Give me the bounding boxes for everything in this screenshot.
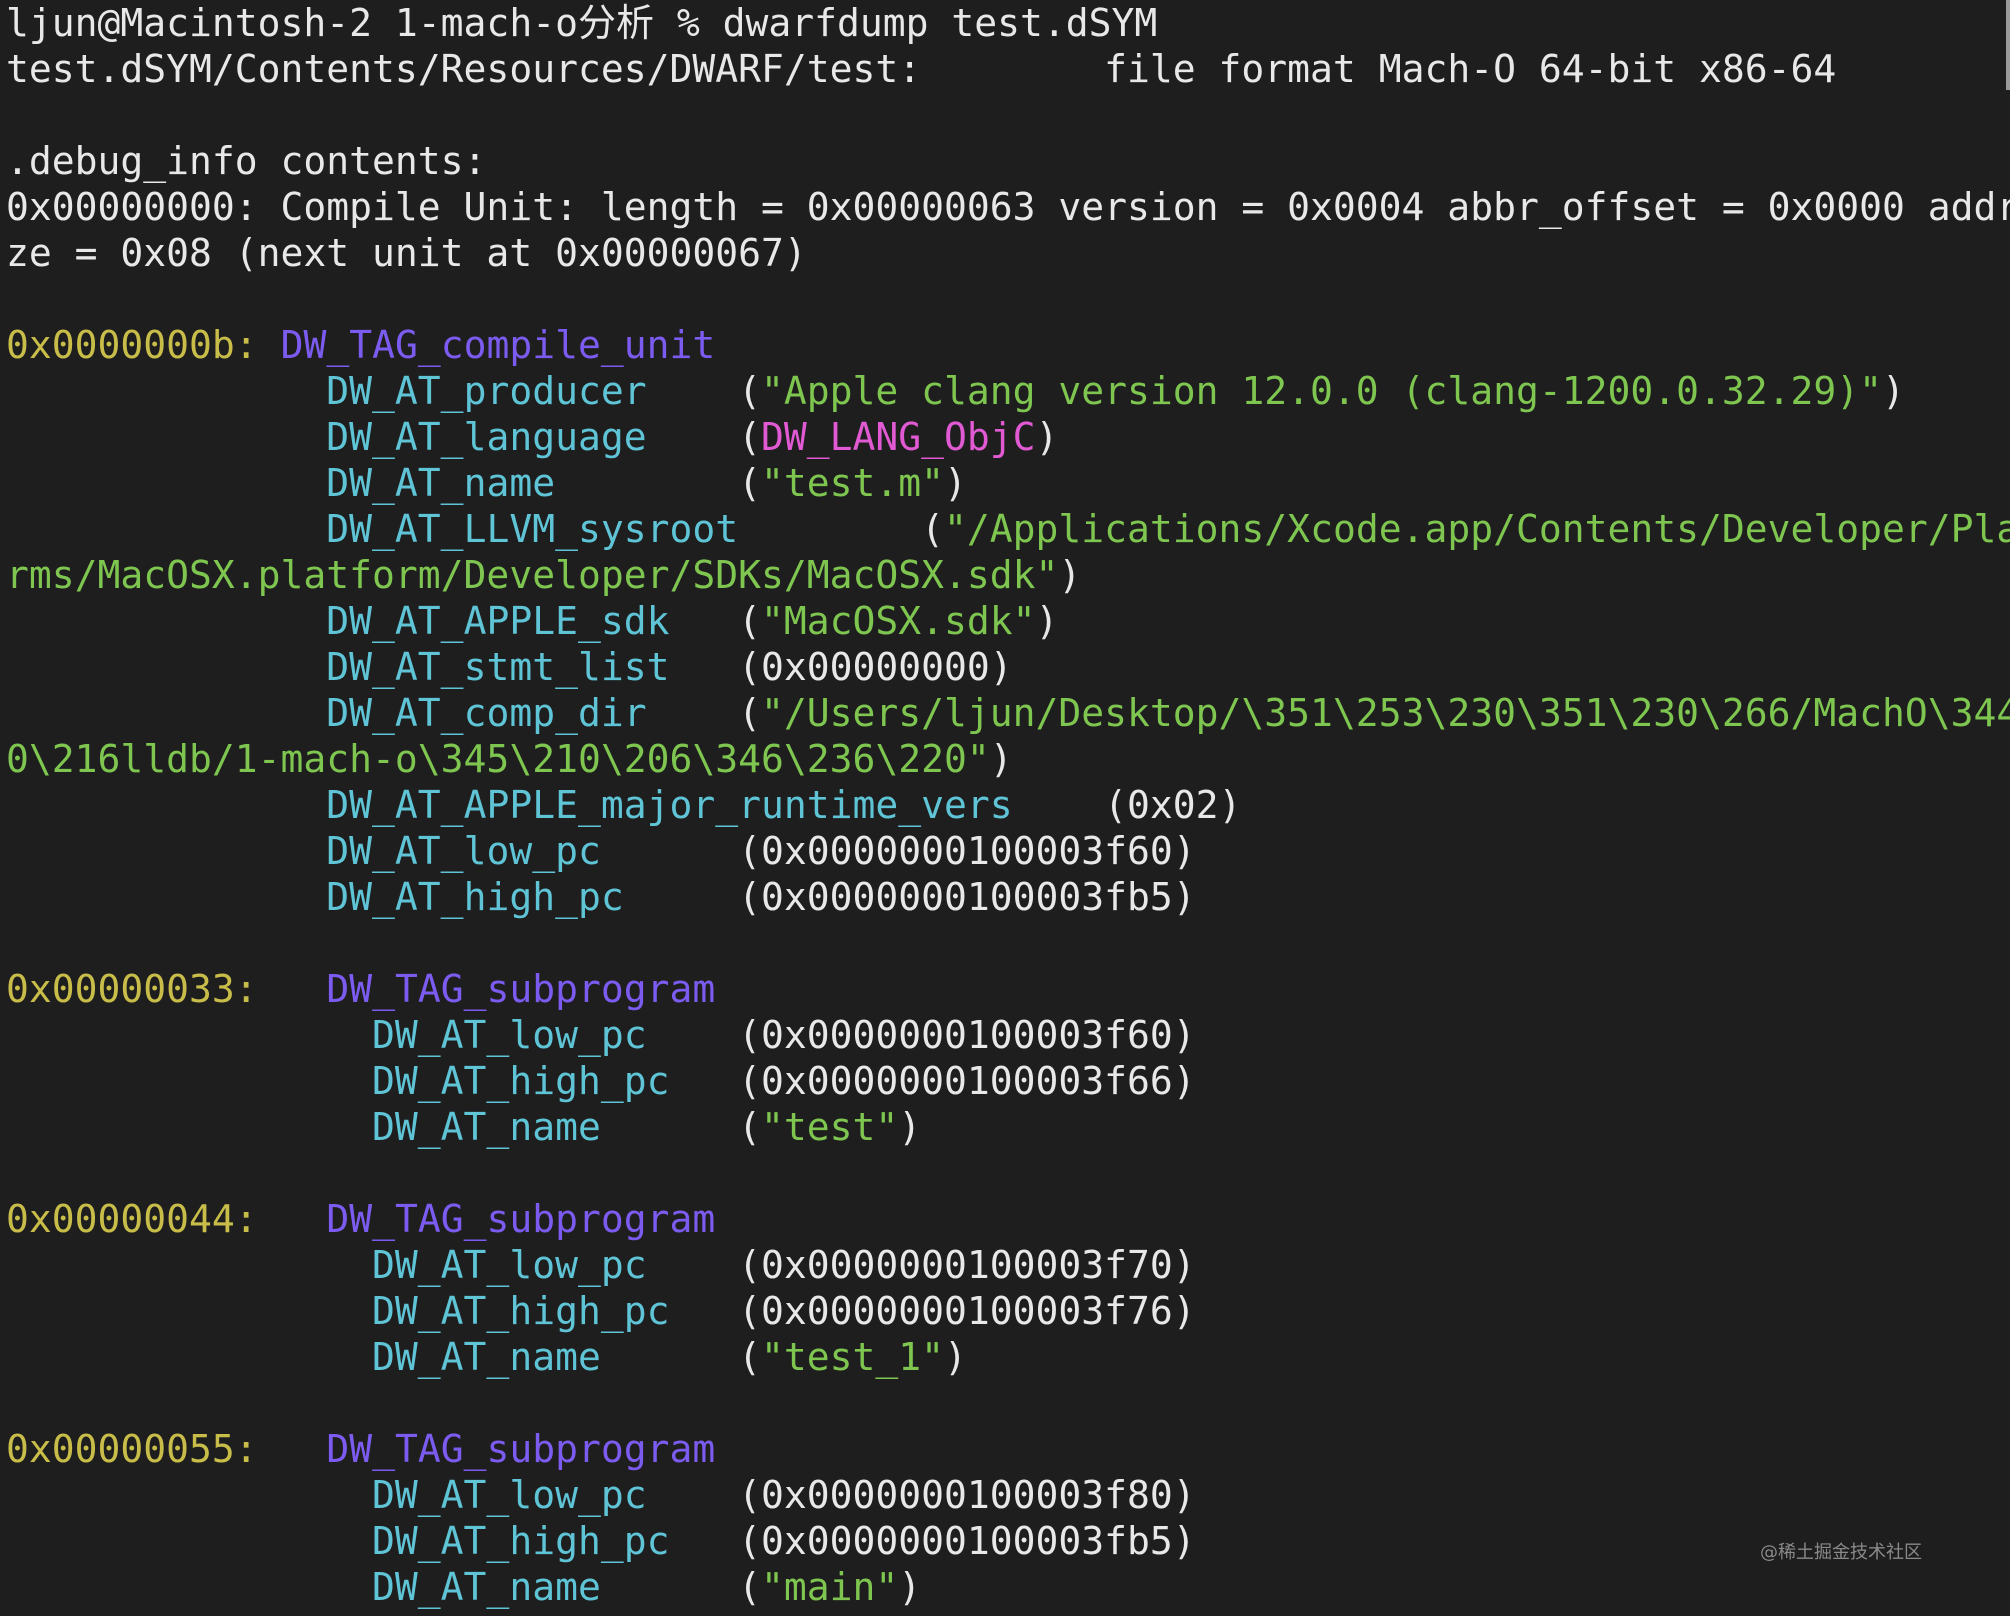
attr-name: DW_AT_low_pc bbox=[372, 1473, 647, 1517]
attr-name: DW_AT_high_pc bbox=[372, 1519, 670, 1563]
attr-name-line: DW_AT_name ("test_1") bbox=[372, 1335, 967, 1379]
attr-value: 0x02 bbox=[1127, 783, 1219, 827]
die-tag: DW_TAG_subprogram bbox=[326, 967, 716, 1011]
shell-command: ljun@Macintosh-2 1-mach-o分析 % dwarfdump … bbox=[6, 1, 1158, 45]
attr-value: 0x0000000100003f60 bbox=[760, 1013, 1173, 1057]
attr-value: "test_1" bbox=[760, 1335, 945, 1379]
die-tag: DW_TAG_subprogram bbox=[326, 1197, 716, 1241]
attr-producer: DW_AT_producer ("Apple clang version 12.… bbox=[326, 369, 1905, 413]
attr-name: DW_AT_name bbox=[326, 461, 556, 505]
attr-value: "test" bbox=[760, 1105, 899, 1149]
attr-value-cont: 0\216lldb/1-mach-o\345\210\206\346\236\2… bbox=[6, 737, 990, 781]
die-offset: 0x00000055: bbox=[6, 1427, 258, 1471]
attr-low-pc: DW_AT_low_pc (0x0000000100003f70) bbox=[372, 1243, 1196, 1287]
attr-value: "test.m" bbox=[760, 461, 945, 505]
attr-low-pc: DW_AT_low_pc (0x0000000100003f80) bbox=[372, 1473, 1196, 1517]
attr-name: DW_AT_high_pc bbox=[372, 1059, 670, 1103]
attr-stmt-list: DW_AT_stmt_list (0x00000000) bbox=[326, 645, 1013, 689]
attr-comp-dir-cont: 0\216lldb/1-mach-o\345\210\206\346\236\2… bbox=[6, 737, 1013, 781]
attr-name: DW_AT_APPLE_major_runtime_vers bbox=[326, 783, 1013, 827]
attr-name: DW_AT_name bbox=[372, 1565, 601, 1609]
attr-low-pc: DW_AT_low_pc (0x0000000100003f60) bbox=[372, 1013, 1196, 1057]
die-offset: 0x0000000b: bbox=[6, 323, 258, 367]
attr-name: DW_AT_stmt_list bbox=[326, 645, 670, 689]
subprogram-die-line: 0x00000033: DW_TAG_subprogram bbox=[6, 966, 715, 1012]
attr-name: DW_AT_LLVM_sysroot bbox=[326, 507, 739, 551]
attr-name: DW_AT_low_pc bbox=[326, 829, 601, 873]
attr-value: 0x0000000100003fb5 bbox=[761, 875, 1173, 919]
attr-value: "MacOSX.sdk" bbox=[760, 599, 1036, 643]
attr-value: DW_LANG_ObjC bbox=[760, 415, 1036, 459]
attr-sysroot: DW_AT_LLVM_sysroot ("/Applications/Xcode… bbox=[6, 506, 2010, 552]
attr-value: 0x0000000100003f60 bbox=[761, 829, 1173, 873]
attr-value-cont: rms/MacOSX.platform/Developer/SDKs/MacOS… bbox=[6, 553, 1059, 597]
attr-value: 0x0000000100003f76 bbox=[760, 1289, 1173, 1333]
attr-sysroot-cont: rms/MacOSX.platform/Developer/SDKs/MacOS… bbox=[6, 553, 1082, 597]
attr-name: DW_AT_name bbox=[372, 1335, 601, 1379]
die-offset: 0x00000044: bbox=[6, 1197, 258, 1241]
attr-name-line: DW_AT_name ("main") bbox=[372, 1565, 922, 1609]
cu-die-line: 0x0000000b: DW_TAG_compile_unit bbox=[6, 322, 715, 368]
attr-name: DW_AT_name bbox=[372, 1105, 601, 1149]
attr-value: 0x0000000100003f66 bbox=[760, 1059, 1173, 1103]
attr-value: "/Users/ljun/Desktop/\351\253\230\351\23… bbox=[760, 691, 2010, 735]
subprogram-die-line: 0x00000055: DW_TAG_subprogram bbox=[6, 1426, 715, 1472]
attr-name: DW_AT_APPLE_sdk bbox=[326, 599, 670, 643]
watermark: @稀土掘金技术社区 bbox=[1760, 1542, 1922, 1563]
subprogram-die-line: 0x00000044: DW_TAG_subprogram bbox=[6, 1196, 715, 1242]
compile-unit-header-cont: ze = 0x08 (next unit at 0x00000067) bbox=[6, 231, 807, 275]
attr-name: DW_AT_comp_dir bbox=[326, 691, 647, 735]
attr-sdk: DW_AT_APPLE_sdk ("MacOSX.sdk") bbox=[326, 599, 1059, 643]
attr-name-line: DW_AT_name ("test") bbox=[372, 1105, 922, 1149]
attr-name: DW_AT_high_pc bbox=[372, 1289, 670, 1333]
attr-value: 0x0000000100003f70 bbox=[760, 1243, 1173, 1287]
scrollbar-edge[interactable] bbox=[2006, 0, 2010, 90]
attr-name: DW_AT_producer bbox=[326, 369, 647, 413]
die-tag: DW_TAG_compile_unit bbox=[280, 323, 716, 367]
section-title: .debug_info contents: bbox=[6, 139, 487, 183]
attr-runtime-vers: DW_AT_APPLE_major_runtime_vers (0x02) bbox=[326, 783, 1242, 827]
attr-low-pc: DW_AT_low_pc (0x0000000100003f60) bbox=[326, 829, 1196, 873]
attr-high-pc: DW_AT_high_pc (0x0000000100003f66) bbox=[372, 1059, 1196, 1103]
attr-name: DW_AT_language bbox=[326, 415, 647, 459]
attr-value: "Apple clang version 12.0.0 (clang-1200.… bbox=[760, 369, 1883, 413]
attr-name: DW_AT_high_pc bbox=[326, 875, 624, 919]
attr-value: 0x0000000100003fb5 bbox=[760, 1519, 1173, 1563]
attr-high-pc: DW_AT_high_pc (0x0000000100003fb5) bbox=[326, 875, 1196, 919]
attr-name-line: DW_AT_name ("test.m") bbox=[326, 461, 967, 505]
dsym-path: test.dSYM/Contents/Resources/DWARF/test: bbox=[6, 47, 922, 91]
compile-unit-header: 0x00000000: Compile Unit: length = 0x000… bbox=[6, 185, 2010, 229]
attr-high-pc: DW_AT_high_pc (0x0000000100003fb5) bbox=[372, 1519, 1196, 1563]
die-tag: DW_TAG_subprogram bbox=[326, 1427, 716, 1471]
die-offset: 0x00000033: bbox=[6, 967, 258, 1011]
attr-comp-dir: DW_AT_comp_dir ("/Users/ljun/Desktop/\35… bbox=[6, 690, 2010, 736]
attr-value: "/Applications/Xcode.app/Contents/Develo… bbox=[944, 507, 2010, 551]
attr-value: 0x00000000 bbox=[760, 645, 990, 689]
file-format: file format Mach-O 64-bit x86-64 bbox=[1104, 47, 1837, 91]
attr-name: DW_AT_low_pc bbox=[372, 1013, 647, 1057]
terminal-window[interactable]: ljun@Macintosh-2 1-mach-o分析 % dwarfdump … bbox=[0, 0, 2010, 1616]
attr-high-pc: DW_AT_high_pc (0x0000000100003f76) bbox=[372, 1289, 1196, 1333]
prompt-line: ljun@Macintosh-2 1-mach-o分析 % dwarfdump … bbox=[6, 0, 1157, 46]
attr-value: 0x0000000100003f80 bbox=[760, 1473, 1173, 1517]
attr-language: DW_AT_language (DW_LANG_ObjC) bbox=[326, 415, 1059, 459]
attr-value: "main" bbox=[760, 1565, 899, 1609]
file-header-line: test.dSYM/Contents/Resources/DWARF/test:… bbox=[6, 46, 1836, 92]
attr-name: DW_AT_low_pc bbox=[372, 1243, 647, 1287]
